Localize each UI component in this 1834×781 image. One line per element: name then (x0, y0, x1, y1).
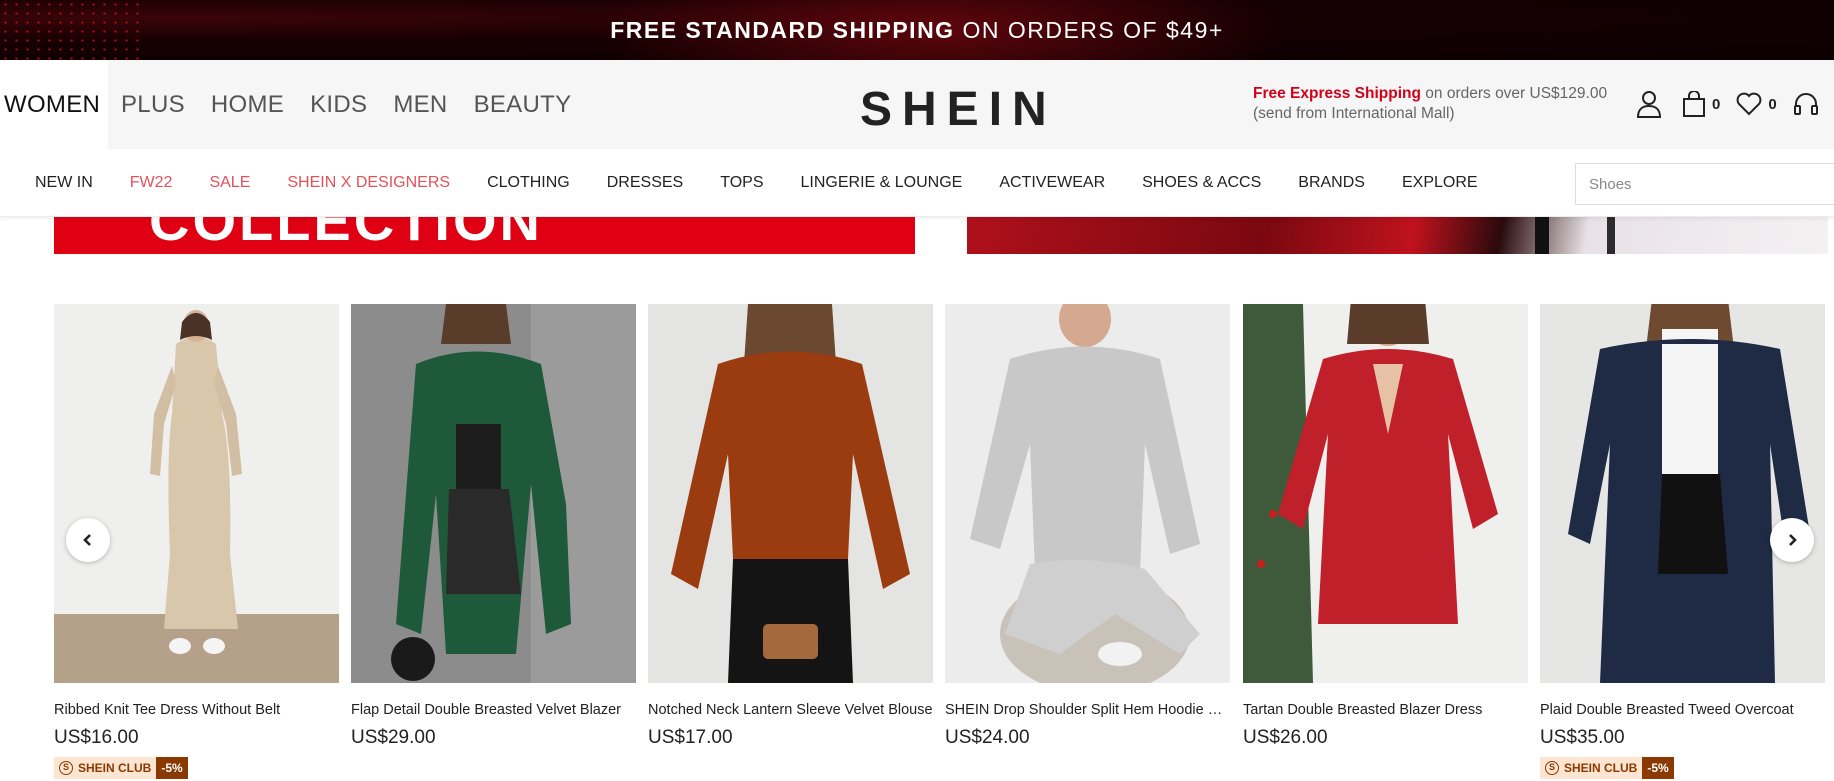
category-tab-beauty[interactable]: BEAUTY (461, 60, 585, 149)
club-s-icon: S (1545, 761, 1559, 775)
nav-explore[interactable]: EXPLORE (1402, 174, 1478, 192)
club-label: SHEIN CLUB (1564, 761, 1638, 775)
nav-new-in[interactable]: NEW IN (35, 174, 93, 192)
bag-icon (1683, 91, 1705, 117)
heart-icon (1736, 92, 1762, 116)
promo-bold-text: FREE STANDARD SHIPPING (610, 16, 955, 43)
chevron-right-icon (1789, 534, 1797, 546)
product-card[interactable]: SHEIN Drop Shoulder Split Hem Hoodie & S… (945, 304, 1230, 749)
express-subtext: (send from International Mall) (1253, 105, 1455, 122)
promo-banner[interactable]: FREE STANDARD SHIPPING ON ORDERS OF $49+ (0, 0, 1834, 60)
category-tab-plus[interactable]: PLUS (108, 60, 198, 149)
shein-club-badge: S SHEIN CLUB -5% (54, 757, 188, 779)
main-nav: NEW IN FW22 SALE SHEIN X DESIGNERS CLOTH… (0, 149, 1834, 217)
express-highlight: Free Express Shipping (1253, 85, 1421, 102)
promo-rest-text: ON ORDERS OF $49+ (962, 16, 1224, 43)
category-tab-men[interactable]: MEN (380, 60, 460, 149)
shein-club-badge: S SHEIN CLUB -5% (1540, 757, 1674, 779)
express-rest: on orders over US$129.00 (1420, 85, 1608, 102)
nav-fw22[interactable]: FW22 (130, 174, 173, 192)
club-tag: S SHEIN CLUB (54, 757, 157, 779)
product-image[interactable] (945, 304, 1230, 694)
nav-dresses[interactable]: DRESSES (607, 174, 683, 192)
nav-brands[interactable]: BRANDS (1298, 174, 1365, 192)
club-discount: -5% (1642, 757, 1674, 779)
product-title[interactable]: Ribbed Knit Tee Dress Without Belt (54, 702, 339, 718)
product-carousel: Ribbed Knit Tee Dress Without Belt US$16… (54, 304, 1834, 781)
product-card[interactable]: Flap Detail Double Breasted Velvet Blaze… (351, 304, 636, 749)
product-title[interactable]: Flap Detail Double Breasted Velvet Blaze… (351, 702, 636, 718)
promo-text: FREE STANDARD SHIPPING ON ORDERS OF $49+ (610, 17, 1224, 44)
account-button[interactable] (1636, 90, 1662, 118)
product-price: US$26.00 (1243, 727, 1328, 748)
support-button[interactable] (1793, 91, 1819, 117)
category-tabs: WOMEN PLUS HOME KIDS MEN BEAUTY (0, 60, 584, 149)
club-s-icon: S (59, 761, 73, 775)
product-card[interactable]: Notched Neck Lantern Sleeve Velvet Blous… (648, 304, 933, 749)
nav-activewear[interactable]: ACTIVEWEAR (999, 174, 1105, 192)
product-title[interactable]: Tartan Double Breasted Blazer Dress (1243, 702, 1528, 718)
shein-logo[interactable]: SHEIN (860, 82, 1057, 137)
product-image[interactable] (1243, 304, 1528, 683)
club-discount: -5% (156, 757, 188, 779)
header-icons: 0 0 (1636, 89, 1819, 119)
carousel-prev-button[interactable] (66, 518, 110, 562)
search-input[interactable] (1575, 163, 1834, 205)
category-tab-kids[interactable]: KIDS (297, 60, 380, 149)
product-price: US$29.00 (351, 727, 436, 748)
product-image[interactable] (54, 304, 339, 683)
product-price: US$17.00 (648, 727, 733, 748)
product-title[interactable]: Plaid Double Breasted Tweed Overcoat (1540, 702, 1825, 718)
wishlist-button[interactable]: 0 (1736, 92, 1777, 116)
product-image[interactable] (351, 304, 636, 683)
product-price: US$24.00 (945, 727, 1030, 748)
nav-sale[interactable]: SALE (209, 174, 250, 192)
product-price: US$35.00 (1540, 727, 1625, 748)
nav-shoes-accs[interactable]: SHOES & ACCS (1142, 174, 1261, 192)
headset-icon (1793, 93, 1818, 115)
category-tab-home[interactable]: HOME (198, 60, 297, 149)
nav-clothing[interactable]: CLOTHING (487, 174, 570, 192)
product-card[interactable]: Tartan Double Breasted Blazer Dress US$2… (1243, 304, 1528, 749)
top-header: WOMEN PLUS HOME KIDS MEN BEAUTY SHEIN Fr… (0, 60, 1834, 149)
club-label: SHEIN CLUB (78, 761, 152, 775)
nav-lingerie-lounge[interactable]: LINGERIE & LOUNGE (801, 174, 963, 192)
product-price: US$16.00 (54, 727, 139, 748)
promo-dots-decoration (0, 0, 140, 60)
user-icon (1636, 91, 1662, 118)
express-shipping-notice[interactable]: Free Express Shipping on orders over US$… (1253, 84, 1607, 124)
product-title[interactable]: SHEIN Drop Shoulder Split Hem Hoodie & S… (945, 702, 1230, 718)
club-tag: S SHEIN CLUB (1540, 757, 1643, 779)
category-tab-women[interactable]: WOMEN (0, 60, 108, 149)
carousel-next-button[interactable] (1770, 518, 1814, 562)
nav-shein-x-designers[interactable]: SHEIN X DESIGNERS (287, 174, 450, 192)
product-image[interactable] (648, 304, 933, 683)
nav-links: NEW IN FW22 SALE SHEIN X DESIGNERS CLOTH… (35, 149, 1515, 217)
product-title[interactable]: Notched Neck Lantern Sleeve Velvet Blous… (648, 702, 933, 718)
wishlist-count: 0 (1768, 95, 1777, 113)
bag-button[interactable]: 0 (1682, 91, 1720, 117)
chevron-left-icon (83, 534, 91, 546)
product-image[interactable] (1540, 304, 1825, 683)
bag-count: 0 (1712, 95, 1721, 113)
nav-tops[interactable]: TOPS (720, 174, 763, 192)
